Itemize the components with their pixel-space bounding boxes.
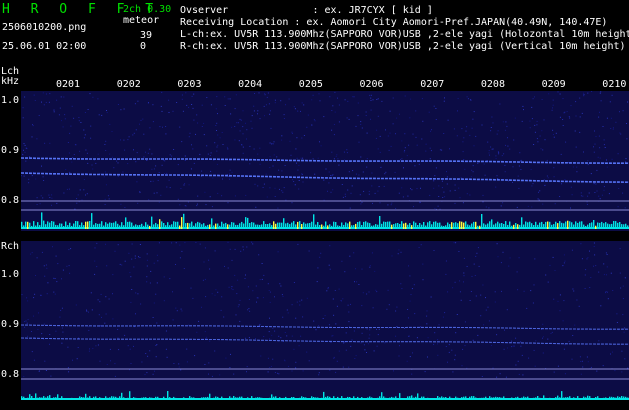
rch-count: 0 — [140, 41, 147, 52]
lch-count: 39 — [140, 30, 153, 41]
rch-carrier-trace-2 — [21, 337, 629, 345]
observer-line: Ovserver : ex. JR7CYX [ kid ] — [180, 5, 433, 16]
filename-label: 2506010200.png — [2, 22, 87, 33]
lch-tick-0-8: 0.8 — [1, 195, 20, 206]
time-label-0201: 0201 — [56, 79, 81, 90]
lch-spectrogram-canvas — [21, 91, 629, 229]
time-label-0206: 0206 — [359, 79, 384, 90]
version-label: 2ch 0.30 — [123, 4, 172, 15]
lch-carrier-trace-2 — [21, 172, 629, 183]
time-label-0207: 0207 — [420, 79, 445, 90]
time-label-0210: 0210 — [602, 79, 627, 90]
rch-carrier-trace-1 — [21, 324, 629, 330]
rch-tick-0-8: 0.8 — [1, 369, 20, 380]
lch-config-line: L-ch:ex. UV5R 113.900Mhz(SAPPORO VOR)USB… — [180, 29, 629, 40]
rch-config-line: R-ch:ex. UV5R 113.900Mhz(SAPPORO VOR)USB… — [180, 41, 626, 52]
rch-channel-label: Rch — [1, 241, 20, 252]
time-label-0205: 0205 — [298, 79, 323, 90]
location-line: Receiving Location : ex. Aomori City Aom… — [180, 17, 608, 28]
datetime-label: 25.06.01 02:00 — [2, 41, 87, 52]
rch-spectrogram-canvas — [21, 241, 629, 400]
detection-label: meteor — [123, 15, 160, 26]
lch-tick-0-9: 0.9 — [1, 145, 20, 156]
rch-tick-1-0: 1.0 — [1, 269, 20, 280]
time-label-0204: 0204 — [238, 79, 263, 90]
time-label-0209: 0209 — [541, 79, 566, 90]
time-label-0202: 0202 — [116, 79, 141, 90]
rch-tick-0-9: 0.9 — [1, 319, 20, 330]
lch-carrier-trace-1 — [21, 157, 629, 164]
time-label-0208: 0208 — [480, 79, 505, 90]
rch-spectrogram — [21, 241, 629, 400]
lch-tick-1-0: 1.0 — [1, 95, 20, 106]
lch-spectrogram — [21, 91, 629, 231]
time-label-0203: 0203 — [177, 79, 202, 90]
